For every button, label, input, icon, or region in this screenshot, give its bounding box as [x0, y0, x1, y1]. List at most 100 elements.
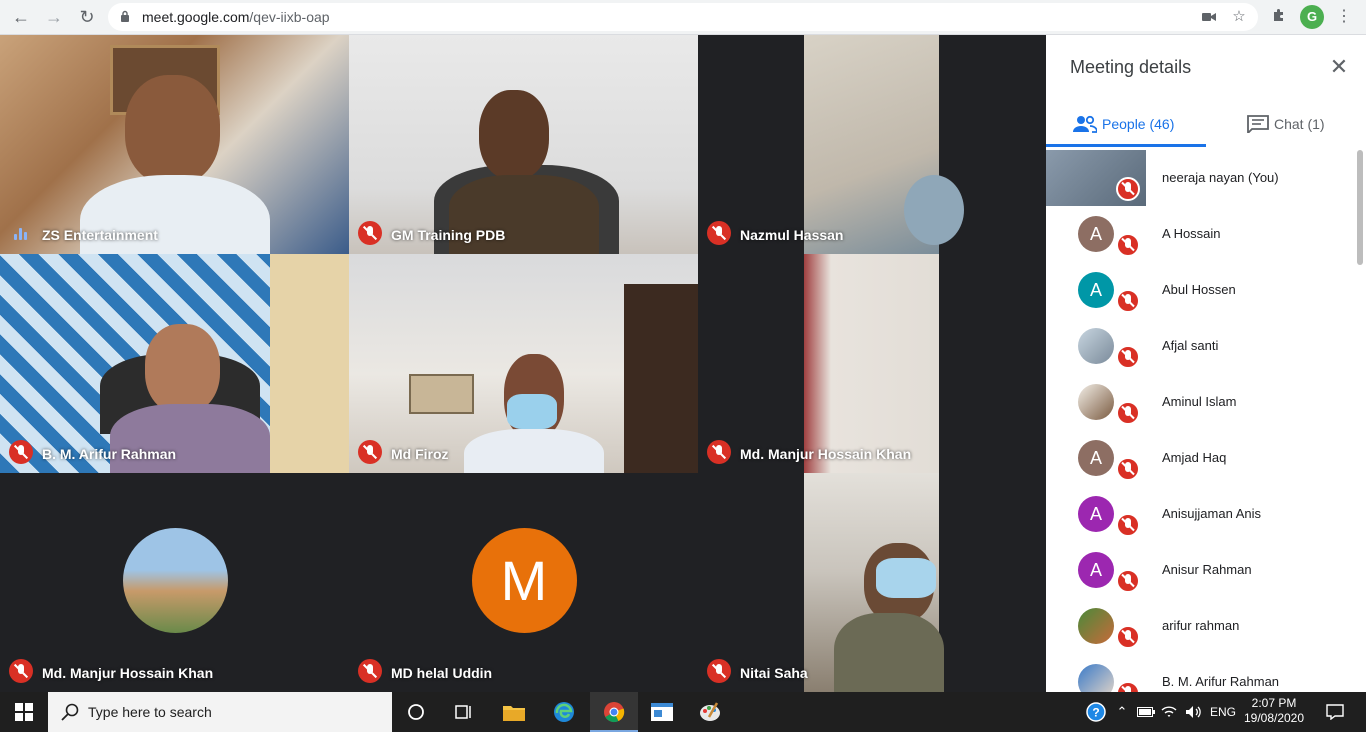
search-icon: [61, 703, 79, 721]
menu-dots-icon[interactable]: ⋮: [1335, 8, 1353, 26]
video-feed: [804, 254, 939, 473]
person-body: [464, 429, 604, 473]
chrome-icon[interactable]: [590, 692, 638, 732]
window-app-icon[interactable]: [638, 692, 686, 732]
participant-name: B. M. Arifur Rahman: [42, 446, 177, 462]
chevron-up-icon[interactable]: ⌃: [1114, 692, 1130, 732]
participant-name: Nazmul Hassan: [740, 227, 844, 243]
tab-chat[interactable]: Chat (1): [1206, 107, 1366, 147]
list-item[interactable]: B. M. Arifur Rahman: [1046, 654, 1354, 692]
mic-off-icon: [1116, 289, 1140, 313]
people-icon: [1073, 115, 1097, 133]
camera-icon[interactable]: [1200, 8, 1218, 26]
task-view-cortana-icon[interactable]: [392, 692, 440, 732]
person-head: [904, 175, 964, 245]
avatar: A: [1078, 216, 1114, 252]
list-item[interactable]: A Anisur Rahman: [1046, 542, 1354, 598]
video-tile[interactable]: ZS Entertainment: [0, 35, 349, 254]
mic-off-icon: [707, 221, 731, 245]
mic-off-icon: [358, 440, 382, 464]
edge-icon[interactable]: [540, 692, 588, 732]
list-item[interactable]: A Abul Hossen: [1046, 262, 1354, 318]
browser-toolbar: ← → ↻ meet.google.com/qev-iixb-oap ☆ G ⋮: [0, 0, 1366, 35]
avatar: A: [1078, 552, 1114, 588]
file-explorer-icon[interactable]: [490, 692, 538, 732]
profile-avatar[interactable]: G: [1300, 5, 1324, 29]
language-indicator[interactable]: ENG: [1208, 692, 1238, 732]
mic-off-icon: [707, 659, 731, 683]
video-tile[interactable]: Md. Manjur Hossain Khan: [0, 473, 349, 692]
participant-name: GM Training PDB: [391, 227, 506, 243]
list-item[interactable]: neeraja nayan (You): [1046, 150, 1354, 206]
mic-off-icon: [1116, 177, 1140, 201]
video-tile[interactable]: Md. Manjur Hossain Khan: [698, 254, 1046, 473]
mic-off-icon: [1116, 513, 1140, 537]
list-item[interactable]: arifur rahman: [1046, 598, 1354, 654]
start-button[interactable]: [0, 692, 48, 732]
mic-off-icon: [1116, 345, 1140, 369]
extensions-icon[interactable]: [1270, 8, 1288, 26]
participant-name: A Hossain: [1162, 226, 1221, 241]
back-icon[interactable]: ←: [10, 6, 32, 28]
panel-title: Meeting details: [1070, 57, 1192, 77]
reload-icon[interactable]: ↻: [76, 6, 98, 28]
list-item[interactable]: A A Hossain: [1046, 206, 1354, 262]
person-body: [110, 404, 270, 473]
participant-avatar: [122, 528, 228, 633]
search-placeholder: Type here to search: [88, 704, 212, 720]
video-tile[interactable]: Md Firoz: [349, 254, 698, 473]
clock-date: 19/08/2020: [1243, 711, 1305, 725]
meeting-details-panel: Meeting details ✕ People (46) Chat (1) n…: [1046, 35, 1366, 692]
video-tile[interactable]: GM Training PDB: [349, 35, 698, 254]
participant-name: MD helal Uddin: [391, 665, 493, 681]
list-item[interactable]: A Amjad Haq: [1046, 430, 1354, 486]
volume-icon[interactable]: [1184, 692, 1204, 732]
notifications-icon[interactable]: [1320, 692, 1350, 732]
participant-name: Abul Hossen: [1162, 282, 1236, 297]
mic-off-icon: [9, 659, 33, 683]
wall: [270, 254, 349, 473]
person-head: [125, 75, 220, 185]
participant-name: Anisujjaman Anis: [1162, 506, 1261, 521]
list-item[interactable]: Afjal santi: [1046, 318, 1354, 374]
avatar: A: [1078, 496, 1114, 532]
person-body: [834, 613, 944, 692]
video-feed: [804, 473, 944, 692]
participant-name: Aminul Islam: [1162, 394, 1237, 409]
help-icon[interactable]: ?: [1084, 692, 1108, 732]
participant-avatar: M: [471, 528, 577, 633]
speaking-indicator-icon: [12, 226, 30, 242]
participant-name: Anisur Rahman: [1162, 562, 1252, 577]
mic-off-icon: [1116, 457, 1140, 481]
network-icon[interactable]: [1160, 692, 1178, 732]
mic-off-icon: [1116, 233, 1140, 257]
avatar: [1078, 608, 1114, 644]
paint-icon[interactable]: [686, 692, 734, 732]
battery-icon[interactable]: [1136, 692, 1156, 732]
mic-off-icon: [358, 221, 382, 245]
close-icon[interactable]: ✕: [1327, 55, 1351, 79]
participant-name: Md. Manjur Hossain Khan: [740, 446, 912, 462]
tab-people[interactable]: People (46): [1046, 107, 1206, 147]
mic-off-icon: [9, 440, 33, 464]
taskbar: Type here to search ? ⌃ ENG 2:07 PM 19/0…: [0, 692, 1366, 732]
windows-icon: [15, 703, 33, 721]
person-head: [479, 90, 549, 180]
participant-name: arifur rahman: [1162, 618, 1240, 633]
participant-name: Md. Manjur Hossain Khan: [42, 665, 214, 681]
video-tile[interactable]: Nitai Saha: [698, 473, 1046, 692]
video-tile[interactable]: M MD helal Uddin: [349, 473, 698, 692]
mic-off-icon: [1116, 681, 1140, 692]
video-tile[interactable]: B. M. Arifur Rahman: [0, 254, 349, 473]
list-item[interactable]: A Anisujjaman Anis: [1046, 486, 1354, 542]
video-tile[interactable]: Nazmul Hassan: [698, 35, 1046, 254]
address-bar[interactable]: meet.google.com/qev-iixb-oap ☆: [108, 3, 1258, 31]
url-text: meet.google.com/qev-iixb-oap: [142, 9, 330, 25]
task-view-icon[interactable]: [440, 692, 488, 732]
panel-scrollbar[interactable]: [1357, 150, 1363, 265]
list-item[interactable]: Aminul Islam: [1046, 374, 1354, 430]
clock[interactable]: 2:07 PM 19/08/2020: [1240, 696, 1308, 726]
taskbar-search[interactable]: Type here to search: [48, 692, 392, 732]
forward-icon[interactable]: →: [43, 6, 65, 28]
bookmark-star-icon[interactable]: ☆: [1230, 8, 1248, 26]
